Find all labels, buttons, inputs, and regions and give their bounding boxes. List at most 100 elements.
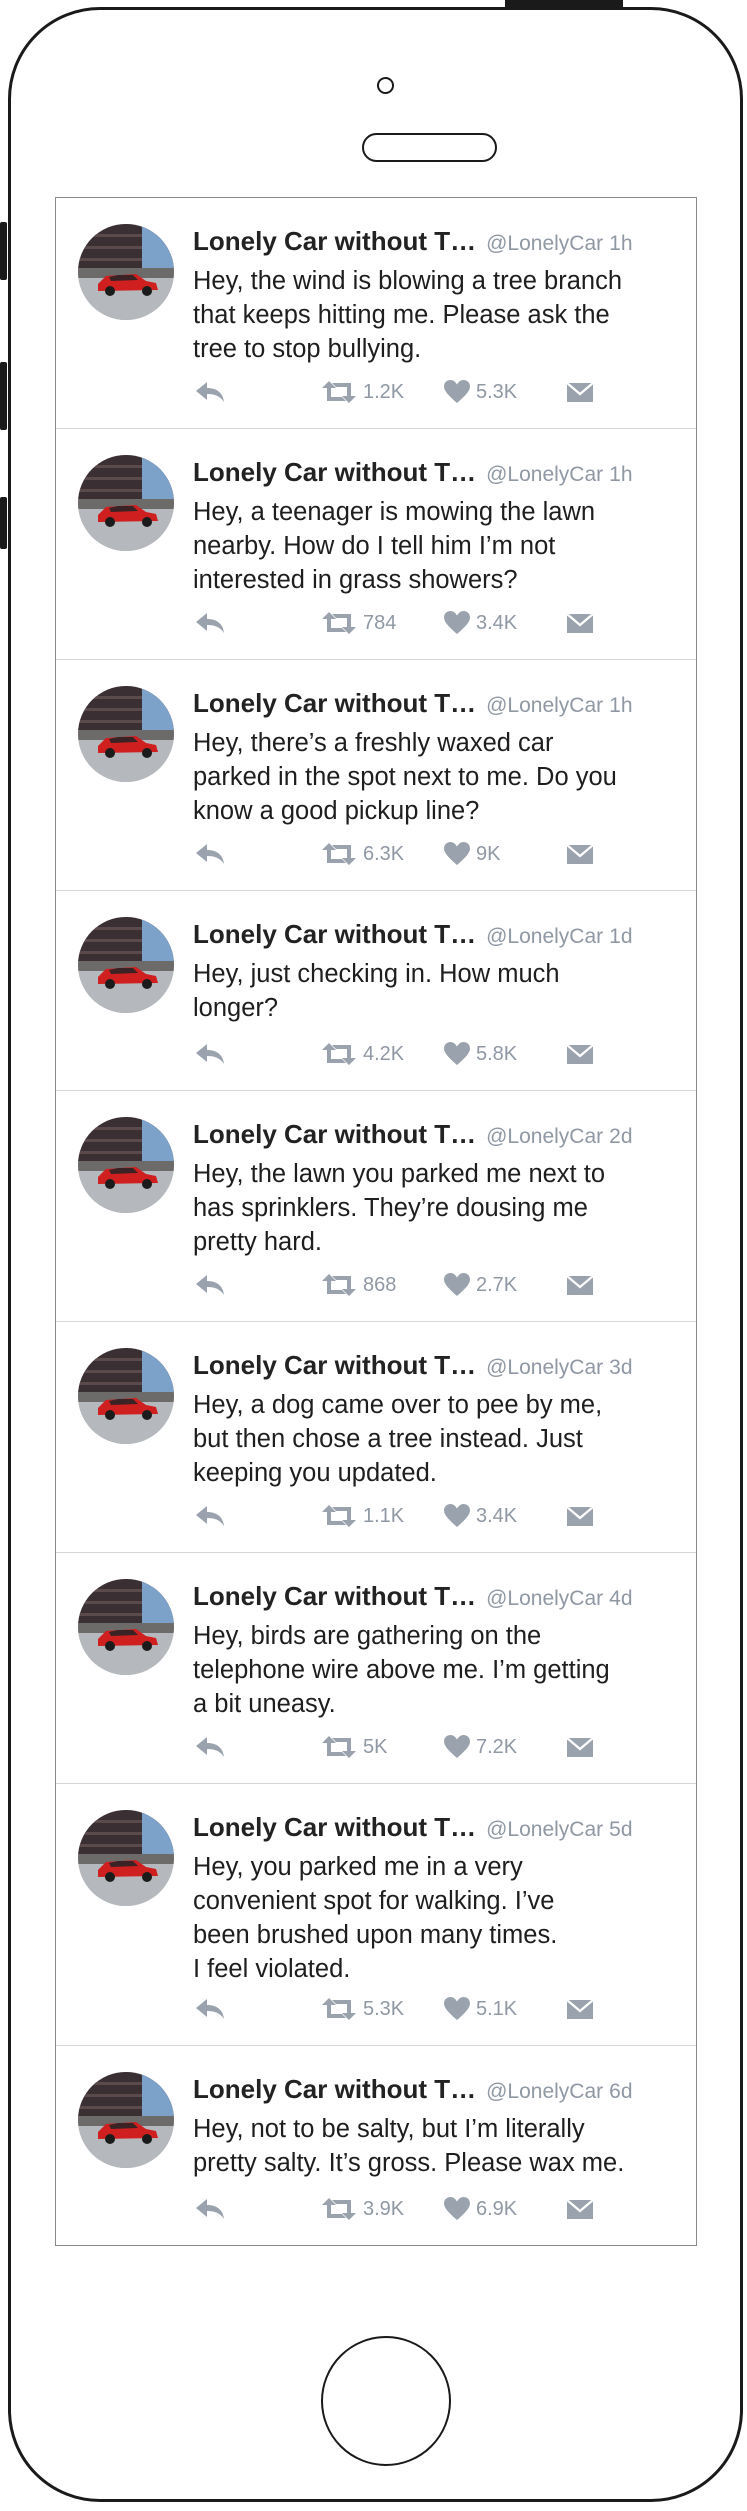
like-button[interactable]: 5.8K xyxy=(443,1039,517,1069)
direct-message-button[interactable] xyxy=(566,1270,594,1300)
tweet-timestamp[interactable]: 1h xyxy=(609,694,632,717)
like-button[interactable]: 2.7K xyxy=(443,1270,517,1300)
tweet[interactable]: Lonely Car without T… @LonelyCar 2d Hey, t… xyxy=(56,1091,696,1322)
retweet-button[interactable]: 5.3K xyxy=(320,1994,404,2024)
tweet-timestamp[interactable]: 2d xyxy=(609,1125,632,1148)
retweet-button[interactable]: 784 xyxy=(320,608,396,638)
retweet-button[interactable]: 6.3K xyxy=(320,839,404,869)
tweet[interactable]: Lonely Car without T… @LonelyCar 6d Hey, n… xyxy=(56,2046,696,2245)
retweet-button[interactable]: 4.2K xyxy=(320,1039,404,1069)
direct-message-button[interactable] xyxy=(566,1732,594,1762)
car-photo-icon xyxy=(78,1579,174,1675)
avatar[interactable] xyxy=(78,1117,174,1213)
direct-message-button[interactable] xyxy=(566,839,594,869)
heart-icon xyxy=(444,1997,470,2020)
like-button[interactable]: 7.2K xyxy=(443,1732,517,1762)
direct-message-button[interactable] xyxy=(566,1501,594,1531)
tweet[interactable]: Lonely Car without T… @LonelyCar 1h Hey, t… xyxy=(56,198,696,429)
direct-message-button[interactable] xyxy=(566,377,594,407)
like-button[interactable]: 9K xyxy=(443,839,500,869)
tweet-timestamp[interactable]: 6d xyxy=(609,2080,632,2103)
retweet-button[interactable]: 868 xyxy=(320,1270,396,1300)
tweet[interactable]: Lonely Car without T… @LonelyCar 4d Hey, b… xyxy=(56,1553,696,1784)
like-button[interactable]: 5.3K xyxy=(443,377,517,407)
avatar[interactable] xyxy=(78,917,174,1013)
reply-button[interactable] xyxy=(193,608,227,638)
retweet-button[interactable]: 5K xyxy=(320,1732,387,1762)
like-button[interactable]: 5.1K xyxy=(443,1994,517,2024)
user-handle[interactable]: @LonelyCar xyxy=(486,1818,603,1841)
tweet[interactable]: Lonely Car without T… @LonelyCar 1h Hey, t… xyxy=(56,660,696,891)
avatar[interactable] xyxy=(78,1810,174,1906)
reply-button[interactable] xyxy=(193,1994,227,2024)
tweet-timeline[interactable]: Lonely Car without T… @LonelyCar 1h Hey, t… xyxy=(55,197,697,2246)
avatar[interactable] xyxy=(78,455,174,551)
tweet[interactable]: Lonely Car without T… @LonelyCar 3d Hey, a… xyxy=(56,1322,696,1553)
tweet[interactable]: Lonely Car without T… @LonelyCar 5d Hey, y… xyxy=(56,1784,696,2046)
display-name[interactable]: Lonely Car without T… xyxy=(193,919,476,949)
retweet-count: 4.2K xyxy=(363,1042,405,1065)
tweet-text: Hey, you parked me in a very convenient … xyxy=(193,1853,558,1983)
display-name[interactable]: Lonely Car without T… xyxy=(193,688,476,718)
user-handle[interactable]: @LonelyCar xyxy=(486,2080,603,2103)
display-name[interactable]: Lonely Car without T… xyxy=(193,2074,476,2104)
retweet-icon xyxy=(322,1274,356,1296)
avatar[interactable] xyxy=(78,1579,174,1675)
avatar[interactable] xyxy=(78,1348,174,1444)
retweet-button[interactable]: 1.1K xyxy=(320,1501,404,1531)
retweet-button[interactable]: 3.9K xyxy=(320,2194,404,2224)
tweet-text: Hey, a teenager is mowing the lawn nearb… xyxy=(193,498,596,594)
tweet-timestamp[interactable]: 5d xyxy=(609,1818,632,1841)
reply-button[interactable] xyxy=(193,839,227,869)
reply-button[interactable] xyxy=(193,377,227,407)
user-handle[interactable]: @LonelyCar xyxy=(486,463,603,486)
user-handle[interactable]: @LonelyCar xyxy=(486,1125,603,1148)
tweet-timestamp[interactable]: 3d xyxy=(609,1356,632,1379)
heart-icon xyxy=(444,611,470,634)
reply-button[interactable] xyxy=(193,1501,227,1531)
heart-icon xyxy=(444,380,470,403)
tweet-timestamp[interactable]: 1h xyxy=(609,463,632,486)
reply-button[interactable] xyxy=(193,1732,227,1762)
tweet-actions: 1.1K 3.4K xyxy=(193,1501,613,1531)
user-handle[interactable]: @LonelyCar xyxy=(486,232,603,255)
display-name[interactable]: Lonely Car without T… xyxy=(193,1812,476,1842)
user-handle[interactable]: @LonelyCar xyxy=(486,1587,603,1610)
direct-message-icon xyxy=(566,613,594,633)
user-handle[interactable]: @LonelyCar xyxy=(486,694,603,717)
reply-button[interactable] xyxy=(193,1270,227,1300)
earpiece-speaker xyxy=(362,133,497,162)
reply-button[interactable] xyxy=(193,2194,227,2224)
avatar[interactable] xyxy=(78,686,174,782)
retweet-button[interactable]: 1.2K xyxy=(320,377,404,407)
display-name[interactable]: Lonely Car without T… xyxy=(193,1119,476,1149)
display-name[interactable]: Lonely Car without T… xyxy=(193,226,476,256)
user-handle[interactable]: @LonelyCar xyxy=(486,1356,603,1379)
reply-button[interactable] xyxy=(193,1039,227,1069)
direct-message-button[interactable] xyxy=(566,608,594,638)
avatar[interactable] xyxy=(78,2072,174,2168)
reply-icon xyxy=(196,844,224,864)
home-button[interactable] xyxy=(321,2336,451,2466)
car-photo-icon xyxy=(78,1117,174,1213)
direct-message-button[interactable] xyxy=(566,1039,594,1069)
volume-down-button xyxy=(0,497,7,549)
avatar[interactable] xyxy=(78,224,174,320)
reply-icon xyxy=(196,382,224,402)
tweet-timestamp[interactable]: 4d xyxy=(609,1587,632,1610)
display-name[interactable]: Lonely Car without T… xyxy=(193,1350,476,1380)
user-handle[interactable]: @LonelyCar xyxy=(486,925,603,948)
retweet-icon xyxy=(322,1043,356,1065)
tweet[interactable]: Lonely Car without T… @LonelyCar 1d Hey, j… xyxy=(56,891,696,1091)
like-button[interactable]: 6.9K xyxy=(443,2194,517,2224)
direct-message-button[interactable] xyxy=(566,2194,594,2224)
tweet-timestamp[interactable]: 1h xyxy=(609,232,632,255)
direct-message-button[interactable] xyxy=(566,1994,594,2024)
retweet-icon xyxy=(322,2198,356,2220)
display-name[interactable]: Lonely Car without T… xyxy=(193,457,476,487)
like-button[interactable]: 3.4K xyxy=(443,1501,517,1531)
tweet[interactable]: Lonely Car without T… @LonelyCar 1h Hey, a… xyxy=(56,429,696,660)
display-name[interactable]: Lonely Car without T… xyxy=(193,1581,476,1611)
like-button[interactable]: 3.4K xyxy=(443,608,517,638)
tweet-timestamp[interactable]: 1d xyxy=(609,925,632,948)
